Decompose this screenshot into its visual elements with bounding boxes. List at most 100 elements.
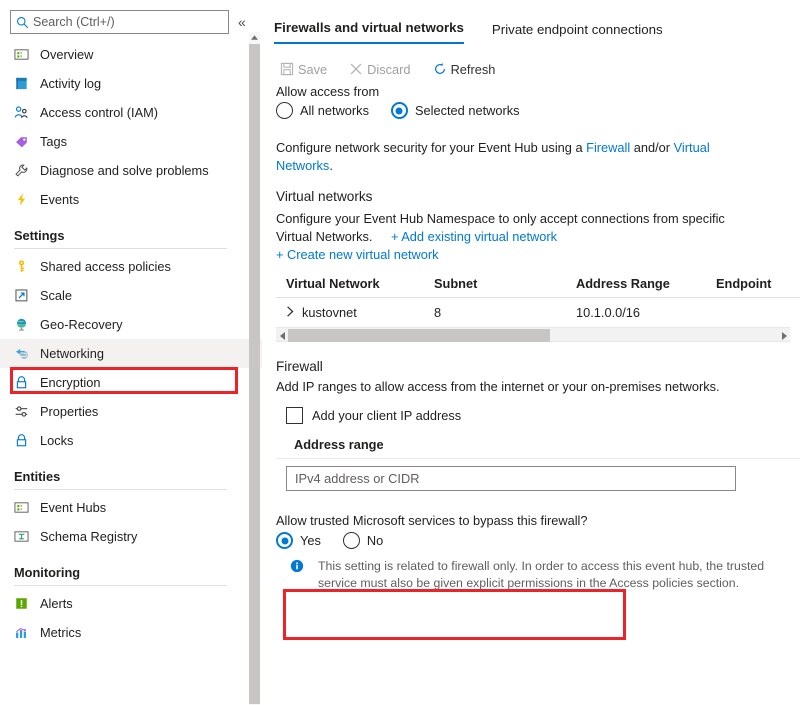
access-control-icon (14, 105, 40, 120)
tags-icon (14, 134, 40, 149)
save-button[interactable]: Save (276, 62, 327, 77)
radio-all-networks[interactable]: All networks (276, 102, 369, 119)
divider (276, 458, 800, 459)
radio-label: All networks (300, 103, 369, 118)
azure-portal-screen: Search (Ctrl+/) « Overview Activity log (0, 0, 800, 705)
divider (14, 585, 227, 586)
column-header-subnet: Subnet (434, 276, 576, 291)
radio-label: Yes (300, 533, 321, 548)
sidebar-group-entities: Entities (0, 455, 262, 490)
sidebar-item-tags[interactable]: Tags (0, 127, 262, 156)
column-header-virtual-network: Virtual Network (286, 276, 434, 291)
radio-selected-networks[interactable]: Selected networks (391, 102, 520, 119)
radio-trusted-no[interactable]: No (343, 532, 383, 549)
sidebar-item-label: Locks (40, 433, 73, 448)
chevron-right-icon[interactable] (286, 306, 295, 319)
firewall-description: Add IP ranges to allow access from the i… (276, 378, 800, 396)
sidebar-item-events[interactable]: Events (0, 185, 262, 214)
table-row[interactable]: kustovnet 8 10.1.0.0/16 (276, 298, 800, 327)
search-icon (11, 16, 33, 29)
sidebar-search-row: Search (Ctrl+/) « (0, 0, 262, 36)
firewall-link[interactable]: Firewall (586, 140, 630, 155)
collapse-menu-icon[interactable]: « (238, 15, 246, 29)
sidebar-item-metrics[interactable]: Metrics (0, 618, 262, 647)
intro-text-part2: and/or (630, 140, 673, 155)
sidebar-item-encryption[interactable]: Encryption (0, 368, 262, 397)
table-header-row: Virtual Network Subnet Address Range End… (276, 272, 800, 298)
allow-access-from-section: Allow access from All networks Selected … (262, 84, 800, 119)
table-scrollbar-thumb[interactable] (288, 329, 550, 342)
sidebar-group-monitoring: Monitoring (0, 551, 262, 586)
sidebar-item-geo-recovery[interactable]: Geo-Recovery (0, 310, 262, 339)
sidebar-item-networking[interactable]: Networking (0, 339, 262, 368)
virtual-networks-heading: Virtual networks (276, 189, 800, 204)
scroll-up-arrow-icon[interactable] (249, 32, 260, 43)
radio-circle-icon (276, 102, 293, 119)
radio-trusted-yes[interactable]: Yes (276, 532, 321, 549)
add-existing-virtual-network-link[interactable]: + Add existing virtual network (391, 229, 557, 244)
sidebar-group-title: Monitoring (14, 565, 262, 580)
sidebar-item-label: Overview (40, 47, 93, 62)
virtual-networks-table: Virtual Network Subnet Address Range End… (276, 272, 800, 342)
sidebar-item-label: Alerts (40, 596, 73, 611)
sidebar-item-alerts[interactable]: Alerts (0, 589, 262, 618)
sidebar-item-label: Encryption (40, 375, 100, 390)
sidebar-scrollbar-thumb[interactable] (249, 44, 260, 704)
cell-address-range: 10.1.0.0/16 (576, 305, 716, 320)
create-new-virtual-network-link[interactable]: + Create new virtual network (276, 247, 439, 262)
sidebar-item-scale[interactable]: Scale (0, 281, 262, 310)
sidebar-item-diagnose[interactable]: Diagnose and solve problems (0, 156, 262, 185)
scroll-left-arrow-icon[interactable] (276, 328, 288, 343)
sidebar-item-activity-log[interactable]: Activity log (0, 69, 262, 98)
sidebar-item-schema-registry[interactable]: Schema Registry (0, 522, 262, 551)
sidebar-item-event-hubs[interactable]: Event Hubs (0, 493, 262, 522)
sidebar-item-label: Event Hubs (40, 500, 106, 515)
radio-label: No (367, 533, 383, 548)
key-icon (14, 259, 40, 274)
sidebar-item-label: Access control (IAM) (40, 105, 158, 120)
sidebar-item-shared-access-policies[interactable]: Shared access policies (0, 252, 262, 281)
lightning-icon (14, 192, 40, 207)
sidebar-item-label: Diagnose and solve problems (40, 163, 209, 178)
tab-private-endpoint-connections[interactable]: Private endpoint connections (492, 22, 663, 44)
sidebar-item-label: Shared access policies (40, 259, 171, 274)
scroll-right-arrow-icon[interactable] (778, 328, 790, 343)
resource-menu-sidebar: Search (Ctrl+/) « Overview Activity log (0, 0, 262, 705)
close-icon (345, 62, 367, 76)
trusted-services-section: Allow trusted Microsoft services to bypa… (262, 513, 800, 592)
intro-text-section: Configure network security for your Even… (262, 139, 722, 175)
sidebar-item-overview[interactable]: Overview (0, 40, 262, 69)
sidebar-scrollbar[interactable] (249, 32, 260, 705)
add-client-ip-checkbox[interactable]: Add your client IP address (286, 407, 800, 424)
radio-circle-icon (343, 532, 360, 549)
save-icon (276, 62, 298, 76)
sidebar-item-properties[interactable]: Properties (0, 397, 262, 426)
sidebar-group-settings: Settings (0, 214, 262, 249)
discard-button[interactable]: Discard (345, 62, 410, 77)
sidebar-item-label: Tags (40, 134, 67, 149)
sidebar-item-label: Metrics (40, 625, 81, 640)
sidebar-item-locks[interactable]: Locks (0, 426, 262, 455)
cell-virtual-network-value: kustovnet (302, 305, 357, 320)
refresh-button[interactable]: Refresh (429, 62, 496, 77)
trusted-services-radio-group: Yes No (276, 532, 800, 549)
search-input[interactable]: Search (Ctrl+/) (10, 10, 229, 34)
networking-blade: Firewalls and virtual networks Private e… (262, 0, 800, 705)
refresh-label: Refresh (451, 62, 496, 77)
allow-access-radio-group: All networks Selected networks (276, 102, 800, 119)
sidebar-item-label: Geo-Recovery (40, 317, 123, 332)
address-range-input[interactable]: IPv4 address or CIDR (286, 466, 736, 491)
search-placeholder: Search (Ctrl+/) (33, 11, 115, 33)
sidebar-group-title: Settings (14, 228, 262, 243)
table-horizontal-scrollbar[interactable] (276, 327, 790, 342)
sidebar-item-access-control[interactable]: Access control (IAM) (0, 98, 262, 127)
overview-icon (14, 47, 40, 62)
intro-text-part3: . (329, 158, 333, 173)
column-header-address-range: Address Range (576, 276, 716, 291)
radio-circle-selected-icon (391, 102, 408, 119)
command-bar: Save Discard Refresh (262, 44, 800, 80)
metrics-icon (14, 625, 40, 640)
event-hubs-icon (14, 500, 40, 515)
schema-registry-icon (14, 529, 40, 544)
tab-firewalls-and-virtual-networks[interactable]: Firewalls and virtual networks (274, 20, 464, 44)
